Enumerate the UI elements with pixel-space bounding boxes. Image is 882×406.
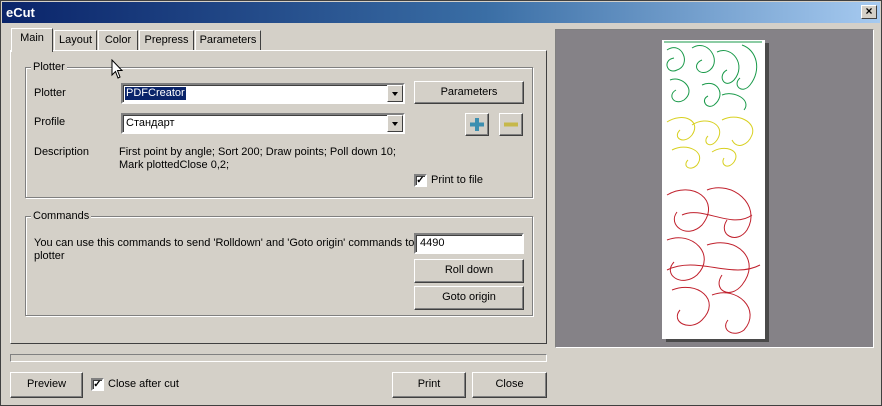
artwork-path-layer2 bbox=[721, 116, 754, 146]
rolldown-distance-input[interactable]: 4490 bbox=[414, 233, 524, 254]
plus-icon bbox=[470, 118, 484, 131]
plotter-select-value: PDFCreator bbox=[124, 86, 187, 101]
artwork-path-layer1 bbox=[669, 78, 690, 103]
tab-prepress-label: Prepress bbox=[144, 34, 189, 46]
artwork-path-layer2 bbox=[711, 147, 737, 167]
goto-origin-button-label: Goto origin bbox=[442, 291, 496, 303]
artwork-path-layer3 bbox=[711, 292, 751, 334]
cut-preview-canvas bbox=[555, 29, 874, 348]
profile-label: Profile bbox=[34, 116, 66, 128]
preview-button-label: Preview bbox=[26, 378, 67, 390]
add-profile-button[interactable] bbox=[465, 113, 489, 136]
artwork-path-layer1 bbox=[716, 50, 740, 84]
description-label: Description bbox=[34, 146, 90, 158]
artwork-path-layer2 bbox=[671, 146, 700, 169]
close-button[interactable]: Close bbox=[472, 372, 547, 398]
preview-paper bbox=[662, 40, 765, 339]
commands-info-line1: You can use this commands to send 'Rolld… bbox=[34, 237, 415, 249]
plotter-group: Plotter Plotter PDFCreator Parameters Pr… bbox=[25, 61, 533, 198]
window-title: eCut bbox=[6, 5, 35, 20]
title-bar: eCut × bbox=[2, 2, 880, 23]
description-text-line2: Mark plottedClose 0,2; bbox=[119, 159, 230, 171]
print-button-label: Print bbox=[417, 378, 441, 390]
artwork-path-layer3 bbox=[671, 286, 710, 326]
artwork-path-layer3 bbox=[681, 212, 753, 221]
artwork-path-layer3 bbox=[666, 237, 705, 281]
commands-group: Commands You can use this commands to se… bbox=[25, 210, 533, 316]
roll-down-button[interactable]: Roll down bbox=[414, 259, 524, 283]
goto-origin-button[interactable]: Goto origin bbox=[414, 286, 524, 310]
plotter-parameters-button-label: Parameters bbox=[440, 86, 498, 98]
close-button-label: Close bbox=[495, 378, 524, 390]
print-to-file-checkbox[interactable]: ✓ bbox=[414, 174, 427, 187]
remove-profile-button[interactable] bbox=[499, 113, 523, 136]
tab-parameters[interactable]: Parameters bbox=[195, 30, 261, 51]
artwork-path-layer3 bbox=[666, 189, 709, 232]
artwork-path-layer1 bbox=[691, 45, 715, 74]
plotter-group-title: Plotter bbox=[31, 61, 67, 73]
tab-main[interactable]: Main bbox=[11, 28, 53, 52]
mouse-cursor-icon bbox=[111, 59, 124, 79]
artwork-path-layer1 bbox=[666, 47, 685, 72]
artwork-path-layer1 bbox=[721, 93, 747, 111]
tab-layout[interactable]: Layout bbox=[54, 30, 97, 51]
ecut-window: eCut × Main Layout Color Prepress Parame… bbox=[0, 0, 882, 406]
tab-parameters-label: Parameters bbox=[199, 34, 257, 46]
tab-color[interactable]: Color bbox=[98, 30, 138, 51]
preview-button[interactable]: Preview bbox=[10, 372, 83, 398]
commands-info-line2: plotter bbox=[34, 250, 65, 262]
artwork-path-layer3 bbox=[706, 187, 752, 238]
close-after-cut-checkbox[interactable]: ✓ bbox=[91, 378, 104, 391]
print-button[interactable]: Print bbox=[392, 372, 466, 398]
chevron-down-icon[interactable] bbox=[387, 85, 403, 102]
minus-icon bbox=[504, 122, 518, 127]
tab-color-label: Color bbox=[104, 34, 132, 46]
tab-prepress[interactable]: Prepress bbox=[139, 30, 194, 51]
artwork-path-layer1 bbox=[701, 82, 721, 107]
tab-layout-label: Layout bbox=[58, 34, 93, 46]
plotter-label: Plotter bbox=[34, 87, 66, 99]
close-window-icon[interactable]: × bbox=[861, 5, 877, 19]
profile-select-value: Стандарт bbox=[126, 117, 175, 129]
artwork-path-layer2 bbox=[691, 120, 720, 146]
commands-group-title: Commands bbox=[31, 210, 92, 222]
artwork-path-layer1 bbox=[736, 44, 758, 90]
tab-main-label: Main bbox=[20, 32, 44, 44]
profile-select[interactable]: Стандарт bbox=[121, 113, 405, 134]
preview-artwork bbox=[664, 41, 762, 334]
artwork-path-layer3 bbox=[666, 264, 761, 271]
close-after-cut-label: Close after cut bbox=[108, 378, 179, 390]
print-to-file-label: Print to file bbox=[431, 174, 483, 186]
description-text-line1: First point by angle; Sort 200; Draw poi… bbox=[119, 146, 396, 158]
plotter-parameters-button[interactable]: Parameters bbox=[414, 81, 524, 104]
roll-down-button-label: Roll down bbox=[444, 264, 494, 276]
artwork-path-layer2 bbox=[666, 117, 695, 141]
chevron-down-icon[interactable] bbox=[387, 115, 403, 132]
progress-bar bbox=[10, 354, 547, 362]
plotter-select[interactable]: PDFCreator bbox=[121, 83, 405, 104]
main-tab-panel: Plotter Plotter PDFCreator Parameters Pr… bbox=[10, 50, 547, 344]
